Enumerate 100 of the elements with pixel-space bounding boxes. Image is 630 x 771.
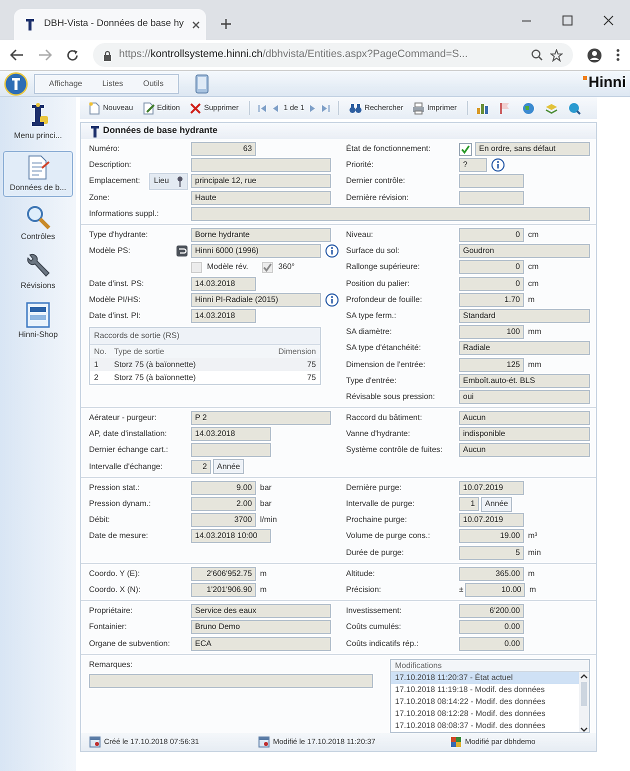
input-field[interactable]: En ordre, sans défaut — [475, 142, 590, 156]
input-field[interactable] — [89, 674, 373, 688]
list-item[interactable]: 17.10.2018 11:19:18 - Modif. des données — [391, 684, 579, 696]
input-field[interactable]: ? — [459, 158, 487, 172]
input-field[interactable]: 14.03.2018 10:00 — [191, 529, 271, 544]
close-icon[interactable] — [603, 14, 614, 26]
input-field[interactable]: 6'200.00 — [459, 604, 524, 618]
input-field[interactable]: 1'201'906.90 — [191, 582, 256, 597]
input-field[interactable]: 365.00 — [459, 566, 524, 581]
input-field[interactable]: 19.00 — [459, 529, 524, 544]
sidebar-item[interactable]: Données de b... — [3, 151, 73, 197]
info-icon[interactable] — [491, 158, 505, 172]
input-field[interactable]: Radiale — [459, 341, 590, 356]
hydrant-icon — [24, 18, 36, 32]
chart-icon[interactable] — [476, 102, 489, 114]
list-item[interactable]: 17.10.2018 08:12:28 - Modif. des données — [391, 708, 579, 720]
input-field[interactable]: 125 — [459, 358, 524, 372]
input-field[interactable] — [459, 190, 524, 205]
input-field[interactable]: 1 — [459, 497, 479, 512]
input-field[interactable]: 14.03.2018 — [191, 276, 256, 291]
picker-icon[interactable] — [176, 245, 188, 258]
address-bar[interactable]: https://kontrollsysteme.hinni.ch/dbhvista/Entities.aspx?PageCommand=S... — [93, 43, 573, 67]
input-field[interactable]: Hinni PI-Radiale (2015) — [191, 292, 321, 307]
field-label: SA diamètre: — [346, 326, 392, 338]
close-icon[interactable] — [192, 20, 200, 28]
new-tab-icon[interactable] — [220, 18, 232, 30]
info-icon[interactable] — [325, 292, 339, 307]
list-item[interactable]: 17.10.2018 11:20:37 - État actuel — [391, 672, 579, 684]
layers-icon[interactable] — [544, 102, 558, 114]
profile-icon[interactable] — [587, 48, 602, 62]
menu-icon[interactable] — [616, 48, 620, 62]
input-field[interactable]: Hinni 6000 (1996) — [191, 244, 321, 258]
input-field[interactable]: 10.07.2019 — [459, 513, 524, 528]
info-icon[interactable] — [325, 244, 339, 258]
checkbox[interactable] — [459, 142, 472, 156]
input-field[interactable]: 10.00 — [465, 582, 526, 597]
input-field[interactable]: 10.07.2019 — [459, 480, 524, 495]
input-field[interactable]: Emboît.auto-ét. BLS — [459, 374, 590, 388]
input-field[interactable]: oui — [459, 390, 590, 404]
input-field[interactable] — [191, 206, 590, 221]
input-field[interactable]: P 2 — [191, 411, 331, 426]
input-field[interactable]: 2 — [191, 460, 211, 474]
device-icon[interactable] — [194, 74, 209, 94]
input-field[interactable]: 0 — [459, 260, 524, 274]
input-field[interactable]: 14.03.2018 — [191, 308, 256, 323]
menu-item[interactable]: Affichage — [41, 78, 90, 90]
field-label: Type d'entrée: — [346, 374, 396, 387]
input-field[interactable]: 1.70 — [459, 292, 524, 307]
input-field[interactable]: 3700 — [191, 513, 256, 528]
input-field[interactable]: 2'606'952.75 — [191, 566, 256, 581]
input-field[interactable]: Goudron — [459, 244, 590, 258]
menu-item[interactable]: Listes — [94, 78, 132, 90]
input-field[interactable]: indisponible — [459, 427, 590, 442]
sidebar-item[interactable]: Révisions — [3, 249, 73, 295]
input-field[interactable] — [191, 158, 331, 172]
input-field[interactable]: 14.03.2018 — [191, 427, 271, 442]
input-field[interactable]: 63 — [191, 142, 256, 156]
sidebar-item[interactable]: Contrôles — [3, 200, 73, 246]
input-field[interactable]: Bruno Demo — [191, 620, 331, 634]
input-field[interactable]: 0.00 — [459, 636, 524, 651]
input-field[interactable]: 5 — [459, 546, 524, 560]
input-field[interactable]: Haute — [191, 190, 331, 205]
unit-label: m — [260, 584, 267, 596]
input-field[interactable]: 0.00 — [459, 620, 524, 634]
input-field[interactable]: Service des eaux — [191, 604, 331, 618]
location-button[interactable]: Lieu — [148, 172, 188, 190]
globe-search-icon[interactable] — [568, 102, 581, 114]
input-field[interactable]: Aucun — [459, 443, 590, 458]
reload-icon[interactable] — [66, 48, 79, 62]
input-field[interactable]: principale 12, rue — [191, 174, 331, 188]
printer-icon — [412, 102, 426, 114]
input-field[interactable]: 0 — [459, 228, 524, 242]
back-arrow-icon[interactable] — [10, 49, 24, 61]
unit-label: m — [529, 584, 536, 596]
input-field[interactable] — [191, 443, 271, 458]
list-item[interactable]: 17.10.2018 08:08:37 - Modif. des données — [391, 720, 579, 732]
menu-item[interactable]: Outils — [135, 78, 172, 90]
sidebar-item[interactable]: Menu princi... — [3, 99, 73, 145]
logo-icon[interactable] — [4, 72, 28, 96]
sidebar-item[interactable]: Hinni-Shop — [3, 298, 73, 344]
input-field[interactable]: 2.00 — [191, 497, 256, 512]
input-field[interactable] — [459, 174, 524, 188]
input-field[interactable]: Borne hydrante — [191, 228, 331, 242]
list-item[interactable]: 17.10.2018 08:14:22 - Modif. des données — [391, 696, 579, 708]
unit-dropdown[interactable]: Année — [213, 459, 244, 474]
maximize-icon[interactable] — [562, 14, 573, 26]
flag-icon[interactable] — [498, 102, 512, 114]
browser-tab[interactable]: DBH-Vista - Données de base hy — [14, 9, 206, 40]
star-icon[interactable] — [550, 48, 563, 62]
input-field[interactable]: 9.00 — [191, 480, 256, 495]
unit-dropdown[interactable]: Année — [481, 496, 512, 512]
search-icon — [24, 203, 52, 231]
globe-icon[interactable] — [522, 102, 535, 114]
zoom-icon[interactable] — [531, 49, 543, 61]
input-field[interactable]: ECA — [191, 636, 331, 651]
input-field[interactable]: Aucun — [459, 411, 590, 426]
input-field[interactable]: Standard — [459, 308, 590, 323]
input-field[interactable]: 100 — [459, 325, 524, 340]
scrollbar[interactable] — [579, 672, 589, 732]
input-field[interactable]: 0 — [459, 276, 524, 291]
